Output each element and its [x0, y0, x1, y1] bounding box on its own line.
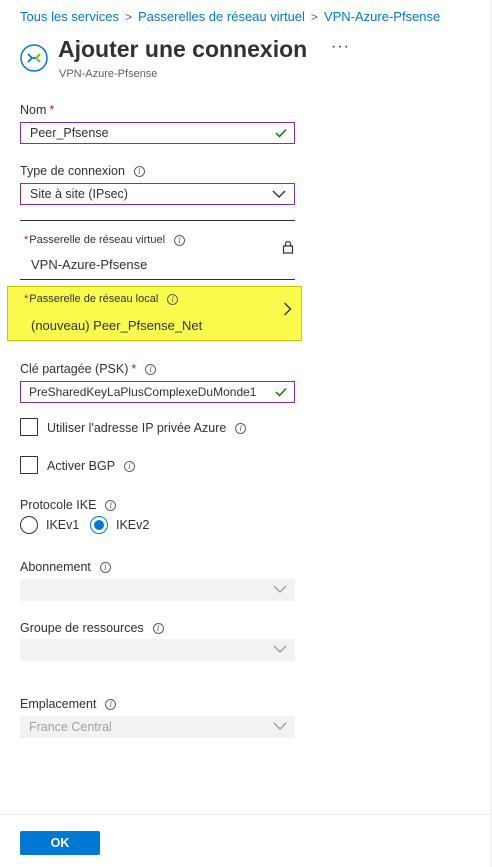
location-label-text: Emplacement [20, 697, 97, 711]
bgp-label: Activer BGP i [47, 459, 136, 473]
breadcrumb-separator: > [310, 9, 318, 24]
required-marker: * [24, 293, 29, 305]
local-gateway-value: (nouveau) Peer_Pfsense_Net [31, 318, 203, 333]
connection-icon [20, 44, 48, 72]
name-label-text: Nom [20, 103, 47, 117]
private-ip-label: Utiliser l'adresse IP privée Azure i [47, 421, 247, 435]
chevron-right-icon[interactable] [283, 302, 292, 316]
connection-type-label-text: Type de connexion [20, 164, 125, 178]
lock-icon [282, 240, 294, 254]
vnet-gateway-label: * Passerelle de réseau virtuel i [24, 234, 186, 246]
vnet-gateway-value: VPN-Azure-Pfsense [31, 257, 148, 272]
psk-input[interactable]: PreSharedKeyLaPlusComplexeDuMonde1 [20, 381, 295, 403]
connection-type-label: Type de connexion i [20, 164, 145, 178]
required-marker: * [24, 234, 29, 246]
location-value: France Central [29, 720, 112, 734]
connection-type-select[interactable]: Site à site (IPsec) [20, 183, 295, 205]
info-icon[interactable]: i [133, 165, 145, 177]
required-marker: * [131, 362, 137, 376]
chevron-down-icon [272, 190, 286, 198]
more-options-button[interactable]: ··· [331, 38, 350, 56]
psk-value: PreSharedKeyLaPlusComplexeDuMonde1 [29, 385, 257, 399]
private-ip-checkbox[interactable] [20, 418, 38, 436]
info-icon[interactable]: i [124, 460, 136, 472]
name-value: Peer_Pfsense [30, 126, 109, 140]
info-icon[interactable]: i [99, 561, 111, 573]
local-gateway-label-text: Passerelle de réseau local [29, 293, 159, 305]
location-select: France Central [20, 716, 295, 738]
ike-label-text: Protocole IKE [20, 498, 97, 512]
ikev1-label: IKEv1 [46, 518, 80, 532]
chevron-down-icon [273, 645, 287, 653]
name-label: Nom * [20, 103, 54, 117]
name-input[interactable]: Peer_Pfsense [20, 122, 295, 144]
breadcrumb: Tous les services > Passerelles de résea… [20, 9, 440, 24]
resource-group-label: Groupe de ressources i [20, 621, 164, 635]
subscription-label-text: Abonnement [20, 560, 91, 574]
breadcrumb-vnet-gateways[interactable]: Passerelles de réseau virtuel [138, 9, 305, 24]
info-icon[interactable]: i [145, 363, 157, 375]
resource-group-select [20, 639, 295, 661]
check-icon [275, 387, 287, 397]
page-subtitle: VPN-Azure-Pfsense [59, 68, 158, 80]
local-gateway-label: * Passerelle de réseau local i [24, 293, 179, 305]
info-icon[interactable]: i [167, 293, 179, 305]
check-icon [275, 128, 287, 138]
page-title: Ajouter une connexion [58, 36, 308, 62]
info-icon[interactable]: i [152, 622, 164, 634]
subscription-select [20, 579, 295, 601]
info-icon[interactable]: i [105, 698, 117, 710]
bgp-checkbox[interactable] [20, 456, 38, 474]
chevron-down-icon [273, 585, 287, 593]
ikev2-radio[interactable] [90, 516, 108, 534]
psk-label-text: Clé partagée (PSK) [20, 362, 129, 376]
section-divider [20, 220, 295, 221]
section-divider [20, 279, 295, 280]
chevron-down-icon [273, 722, 287, 730]
radio-selected-dot [94, 520, 104, 530]
breadcrumb-vpn-gateway[interactable]: VPN-Azure-Pfsense [324, 9, 440, 24]
subscription-label: Abonnement i [20, 560, 111, 574]
footer-divider [0, 814, 492, 815]
info-icon[interactable]: i [235, 422, 247, 434]
breadcrumb-separator: > [124, 9, 132, 24]
ikev2-label: IKEv2 [116, 518, 150, 532]
bgp-label-text: Activer BGP [47, 459, 116, 473]
info-icon[interactable]: i [174, 234, 186, 246]
vnet-gateway-label-text: Passerelle de réseau virtuel [29, 234, 166, 246]
required-marker: * [49, 103, 55, 117]
resource-group-label-text: Groupe de ressources [20, 621, 144, 635]
private-ip-label-text: Utiliser l'adresse IP privée Azure [47, 421, 227, 435]
breadcrumb-all-services[interactable]: Tous les services [20, 9, 119, 24]
ikev1-radio[interactable] [20, 516, 38, 534]
location-label: Emplacement i [20, 697, 117, 711]
info-icon[interactable]: i [105, 499, 117, 511]
ok-button[interactable]: OK [20, 831, 100, 855]
psk-label: Clé partagée (PSK) * i [20, 362, 157, 376]
connection-type-value: Site à site (IPsec) [30, 187, 128, 201]
ike-label: Protocole IKE i [20, 498, 117, 512]
